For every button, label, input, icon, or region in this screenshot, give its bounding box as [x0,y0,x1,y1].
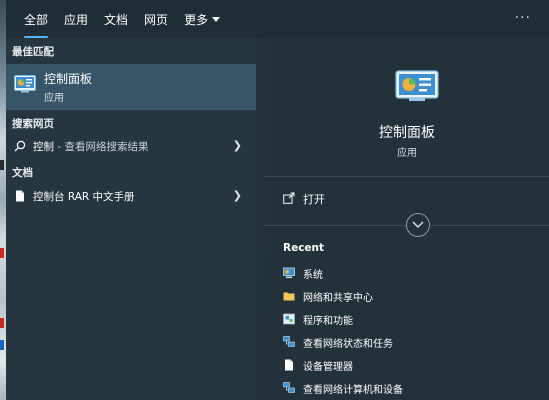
web-search-result[interactable]: 控制 - 查看网络搜索结果 ❯ [6,134,256,158]
search-tab-bar: 全部 应用 文档 网页 更多 ··· [6,0,549,38]
control-panel-icon [395,70,439,101]
documents-heading: 文档 [12,167,33,179]
desktop-edge-mark [0,318,4,328]
open-label: 打开 [303,193,325,206]
best-match-heading: 最佳匹配 [12,46,54,58]
recent-item-label: 查看网络状态和任务 [303,339,393,350]
desktop-edge-mark [0,340,4,350]
tab-web[interactable]: 网页 [136,0,176,38]
best-match-title: 控制面板 [44,72,93,86]
chevron-right-icon[interactable]: ❯ [233,189,242,202]
tab-label: 应用 [64,12,89,27]
recent-item-label: 设备管理器 [303,362,353,373]
more-options-button[interactable]: ··· [515,10,531,26]
detail-panel: 控制面板 应用 打开 Recent 系统 网络和共享中心 程序和功能 查看网络状… [265,38,549,400]
chevron-down-icon [412,221,424,228]
system-icon [283,267,295,279]
recent-item-label: 网络和共享中心 [303,293,373,304]
detail-subtitle: 应用 [397,148,417,159]
web-search-suffix: - 查看网络搜索结果 [54,141,149,153]
search-window: 全部 应用 文档 网页 更多 ··· 最佳匹配 控制面板 应用 搜索网页 控制 … [0,0,549,400]
chevron-right-icon[interactable]: ❯ [233,139,242,152]
document-icon [285,359,293,371]
folder-icon [283,292,295,301]
tab-label: 网页 [144,12,169,27]
best-match-subtitle: 应用 [44,93,64,104]
expand-button[interactable] [406,213,430,237]
web-search-query: 控制 [33,141,54,153]
document-result[interactable]: 控制台 RAR 中文手册 ❯ [6,184,256,208]
recent-item-label: 程序和功能 [303,316,353,327]
tab-all[interactable]: 全部 [16,0,56,38]
tab-more[interactable]: 更多 [176,0,228,38]
open-icon [283,192,295,204]
desktop-edge-mark [0,160,4,170]
recent-item-label: 系统 [303,270,323,281]
document-icon [16,190,24,202]
tab-apps[interactable]: 应用 [56,0,96,38]
web-search-text: 控制 - 查看网络搜索结果 [33,139,148,154]
control-panel-icon [14,75,36,93]
desktop-edge-mark [0,248,4,258]
programs-icon [283,313,295,325]
tab-label: 更多 [184,12,209,27]
network-icon [283,336,295,347]
results-panel: 最佳匹配 控制面板 应用 搜索网页 控制 - 查看网络搜索结果 ❯ 文档 控制台… [6,38,256,400]
document-result-title: 控制台 RAR 中文手册 [33,191,135,203]
network-icon [283,382,295,393]
detail-title: 控制面板 [379,125,435,141]
recent-heading: Recent [283,242,325,254]
tab-label: 全部 [24,12,49,27]
search-icon [14,140,26,152]
best-match-item[interactable]: 控制面板 应用 [6,64,256,110]
web-search-heading: 搜索网页 [12,118,54,130]
tab-documents[interactable]: 文档 [96,0,136,38]
chevron-down-icon [212,16,221,22]
recent-item-label: 查看网络计算机和设备 [303,385,403,396]
tab-label: 文档 [104,12,129,27]
divider [265,176,549,177]
